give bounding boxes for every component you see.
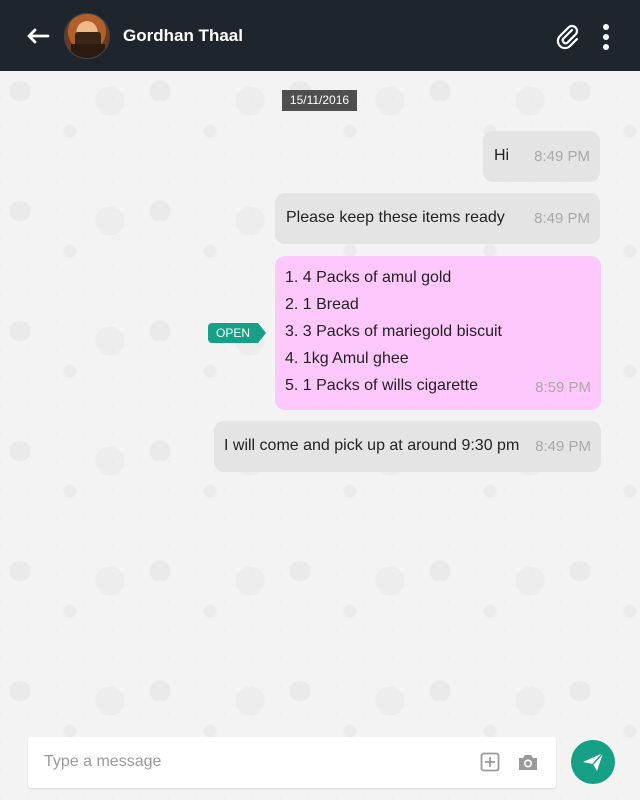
- message-time: 8:59 PM: [535, 379, 591, 396]
- order-list: 1. 4 Packs of amul gold 2. 1 Bread 3. 3 …: [285, 268, 502, 403]
- message-text: I will come and pick up at around 9:30 p…: [224, 437, 520, 454]
- message-time: 8:49 PM: [534, 210, 590, 227]
- message-input[interactable]: [44, 749, 464, 775]
- avatar-base: [71, 44, 105, 58]
- order-item: 3. 3 Packs of mariegold biscuit: [285, 323, 502, 340]
- send-icon: [583, 752, 604, 771]
- message-text: Hi: [494, 147, 510, 164]
- message-bubble[interactable]: Hi 8:49 PM: [483, 131, 600, 182]
- back-arrow-icon[interactable]: [26, 24, 52, 48]
- message-composer: [28, 737, 556, 788]
- chat-header: Gordhan Thaal: [0, 0, 640, 71]
- chat-screen: Gordhan Thaal 15/11/2016 Hi 8:49 PM Plea…: [0, 0, 640, 800]
- order-item: 5. 1 Packs of wills cigarette: [285, 377, 478, 394]
- more-vertical-icon[interactable]: [601, 24, 611, 50]
- send-button[interactable]: [571, 740, 615, 784]
- camera-icon[interactable]: [517, 752, 539, 772]
- message-bubble[interactable]: I will come and pick up at around 9:30 p…: [214, 421, 601, 472]
- order-item: 1. 4 Packs of amul gold: [285, 269, 452, 286]
- message-time: 8:49 PM: [535, 438, 591, 455]
- order-list-bubble[interactable]: 1. 4 Packs of amul gold 2. 1 Bread 3. 3 …: [275, 256, 601, 410]
- message-time: 8:49 PM: [534, 148, 590, 165]
- date-separator: 15/11/2016: [282, 90, 357, 111]
- message-bubble[interactable]: Please keep these items ready 8:49 PM: [275, 193, 600, 244]
- open-status-badge[interactable]: OPEN: [208, 323, 266, 343]
- order-item: 2. 1 Bread: [285, 296, 359, 313]
- avatar[interactable]: [64, 13, 110, 59]
- add-icon[interactable]: [480, 752, 500, 772]
- contact-name[interactable]: Gordhan Thaal: [123, 26, 243, 46]
- message-text: Please keep these items ready: [286, 209, 505, 226]
- paperclip-icon[interactable]: [555, 22, 581, 50]
- order-item: 4. 1kg Amul ghee: [285, 350, 409, 367]
